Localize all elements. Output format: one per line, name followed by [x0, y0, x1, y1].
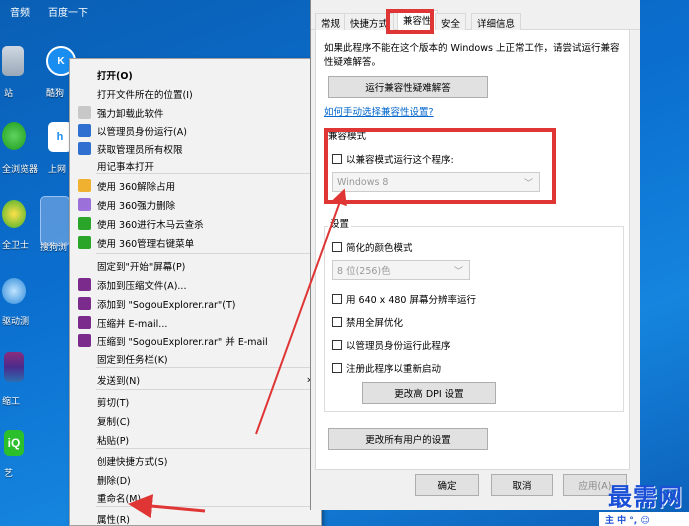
watermark-logo: 最需网 [608, 483, 683, 511]
watermark-sub: 主 中 °, ☺ [599, 512, 689, 526]
arrow-to-compat-mode [255, 188, 347, 435]
annotation-arrows [128, 188, 347, 519]
arrow-to-properties [128, 494, 206, 519]
